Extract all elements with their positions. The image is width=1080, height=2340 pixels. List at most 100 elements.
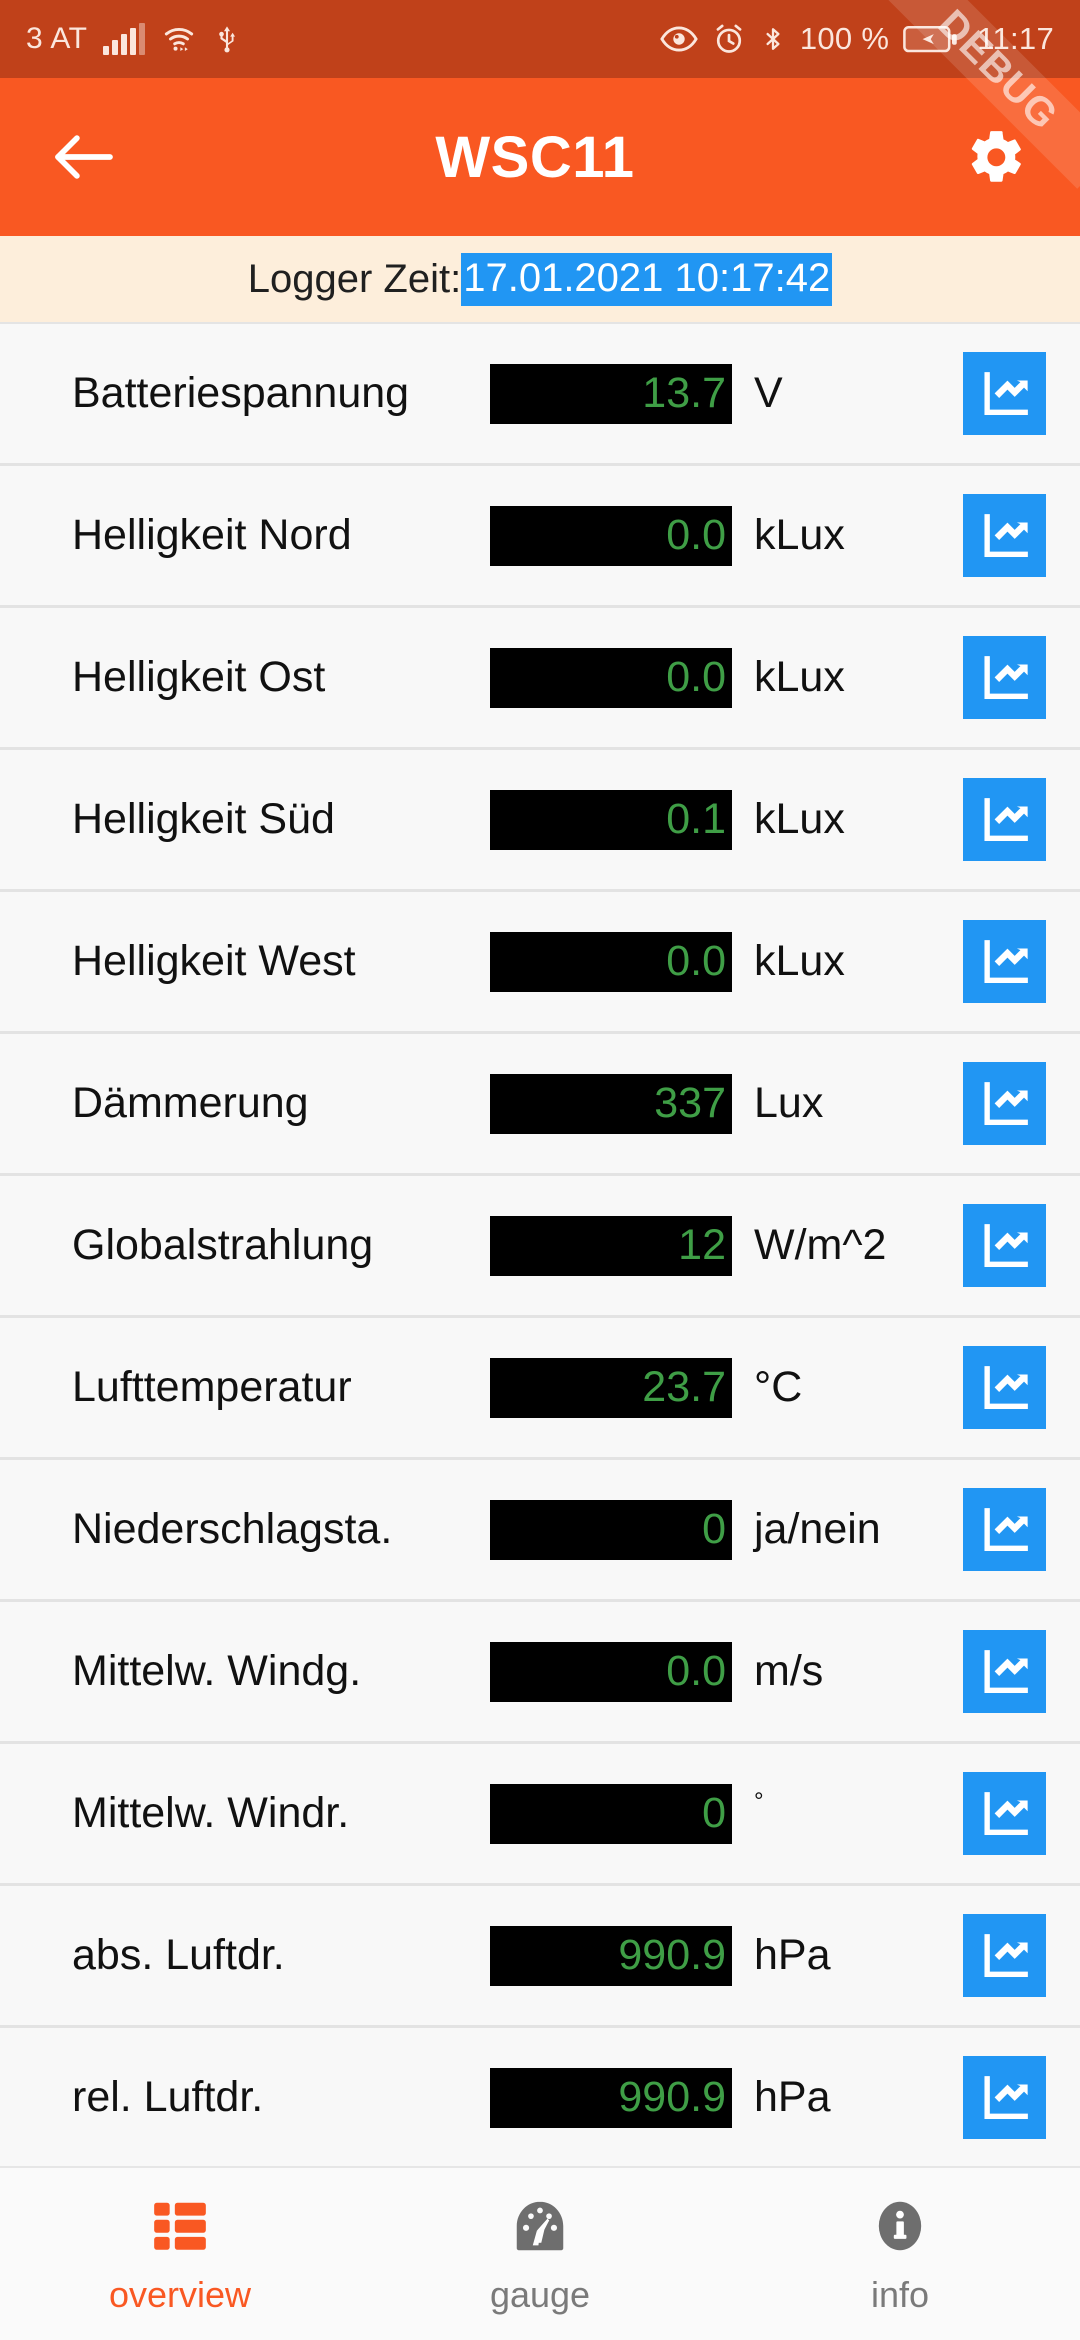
- wifi-icon: [161, 23, 197, 55]
- line-chart-icon[interactable]: [963, 1630, 1046, 1713]
- sensor-unit: hPa: [754, 2073, 831, 2121]
- carrier-label: 3 AT: [26, 22, 88, 55]
- logger-time-label: Logger Zeit:: [247, 256, 462, 301]
- sensor-row[interactable]: Helligkeit West 0.0 kLux: [0, 892, 1080, 1034]
- line-chart-icon[interactable]: [963, 1488, 1046, 1571]
- sensor-value: 0: [702, 1505, 726, 1553]
- nav-label-info: info: [870, 2274, 930, 2315]
- sensor-label: Helligkeit West: [72, 937, 356, 985]
- speedometer-icon: [509, 2192, 571, 2260]
- sensor-label: rel. Luftdr.: [72, 2073, 264, 2121]
- sensor-label: Helligkeit Nord: [72, 511, 352, 559]
- sensor-value-box: 0.0: [490, 647, 732, 708]
- sensor-unit: V: [754, 369, 783, 417]
- back-button[interactable]: [38, 111, 130, 203]
- nav-item-gauge[interactable]: gauge: [360, 2168, 720, 2340]
- line-chart-icon[interactable]: [963, 1062, 1046, 1145]
- sensor-list[interactable]: Batteriespannung 13.7 V Helligkeit Nord 0.0 k…: [0, 324, 1080, 2166]
- sensor-row[interactable]: Mittelw. Windr. 0 °: [0, 1744, 1080, 1886]
- status-bar-left: 3 AT: [26, 22, 241, 56]
- info-circle-icon: [869, 2192, 931, 2260]
- sensor-value: 0.0: [666, 511, 726, 559]
- sensor-row[interactable]: abs. Luftdr. 990.9 hPa: [0, 1886, 1080, 2028]
- sensor-label: abs. Luftdr.: [72, 1931, 285, 1979]
- clock-label: 11:17: [977, 21, 1054, 56]
- logger-time-bar: Logger Zeit: 17.01.2021 10:17:42: [0, 236, 1080, 324]
- sensor-value-box: 0.1: [490, 789, 732, 850]
- sensor-value: 990.9: [618, 2073, 726, 2121]
- sensor-value-box: 0.0: [490, 1641, 732, 1702]
- sensor-row[interactable]: Helligkeit Süd 0.1 kLux: [0, 750, 1080, 892]
- eye-icon: [660, 24, 698, 54]
- sensor-unit: Lux: [754, 1079, 824, 1127]
- battery-charging-icon: [903, 24, 959, 54]
- sensor-value: 23.7: [642, 1363, 726, 1411]
- sensor-row[interactable]: Globalstrahlung 12 W/m^2: [0, 1176, 1080, 1318]
- settings-button[interactable]: [950, 111, 1042, 203]
- sensor-unit: °: [754, 1787, 764, 1815]
- sensor-value: 13.7: [642, 369, 726, 417]
- sensor-unit: hPa: [754, 1931, 831, 1979]
- line-chart-icon[interactable]: [963, 1914, 1046, 1997]
- sensor-row[interactable]: Niederschlagsta. 0 ja/nein: [0, 1460, 1080, 1602]
- sensor-value-box: 12: [490, 1215, 732, 1276]
- bluetooth-icon: [760, 22, 786, 56]
- alarm-clock-icon: [712, 22, 746, 56]
- sensor-value: 990.9: [618, 1931, 726, 1979]
- sensor-value: 0.1: [666, 795, 726, 843]
- line-chart-icon[interactable]: [963, 494, 1046, 577]
- line-chart-icon[interactable]: [963, 1346, 1046, 1429]
- nav-item-overview[interactable]: overview: [0, 2168, 360, 2340]
- line-chart-icon[interactable]: [963, 778, 1046, 861]
- sensor-value: 0.0: [666, 1647, 726, 1695]
- status-bar-right: 100 % 11:17: [660, 21, 1054, 57]
- sensor-unit: W/m^2: [754, 1221, 887, 1269]
- logger-time-value[interactable]: 17.01.2021 10:17:42: [461, 252, 833, 306]
- line-chart-icon[interactable]: [963, 1204, 1046, 1287]
- sensor-unit: m/s: [754, 1647, 824, 1695]
- sensor-label: Helligkeit Süd: [72, 795, 335, 843]
- sensor-row[interactable]: Batteriespannung 13.7 V: [0, 324, 1080, 466]
- sensor-row[interactable]: Mittelw. Windg. 0.0 m/s: [0, 1602, 1080, 1744]
- app-screen: 3 AT 100 % 11:17 WSC11 DEBUG Logger Zeit…: [0, 0, 1080, 2340]
- nav-item-info[interactable]: info: [720, 2168, 1080, 2340]
- nav-label-gauge: gauge: [489, 2274, 591, 2315]
- line-chart-icon[interactable]: [963, 920, 1046, 1003]
- nav-label-overview: overview: [108, 2274, 252, 2315]
- sensor-row[interactable]: Helligkeit Ost 0.0 kLux: [0, 608, 1080, 750]
- line-chart-icon[interactable]: [963, 352, 1046, 435]
- sensor-value: 337: [654, 1079, 726, 1127]
- page-title: WSC11: [435, 124, 635, 190]
- sensor-unit: kLux: [754, 511, 845, 559]
- sensor-unit: ja/nein: [754, 1505, 881, 1553]
- sensor-label: Lufttemperatur: [72, 1363, 352, 1411]
- sensor-row[interactable]: Dämmerung 337 Lux: [0, 1034, 1080, 1176]
- sensor-row[interactable]: rel. Luftdr. 990.9 hPa: [0, 2028, 1080, 2166]
- sensor-value-box: 990.9: [490, 1925, 732, 1986]
- sensor-label: Niederschlagsta.: [72, 1505, 393, 1553]
- sensor-value: 12: [678, 1221, 726, 1269]
- signal-bars-icon: [103, 23, 146, 55]
- line-chart-icon[interactable]: [963, 1772, 1046, 1855]
- sensor-row[interactable]: Lufttemperatur 23.7 °C: [0, 1318, 1080, 1460]
- sensor-value-box: 0.0: [490, 931, 732, 992]
- line-chart-icon[interactable]: [963, 636, 1046, 719]
- sensor-value-box: 0: [490, 1783, 732, 1844]
- sensor-unit: kLux: [754, 795, 845, 843]
- sensor-unit: kLux: [754, 653, 845, 701]
- sensor-value-box: 337: [490, 1073, 732, 1134]
- sensor-value-box: 23.7: [490, 1357, 732, 1418]
- sensor-value-box: 0: [490, 1499, 732, 1560]
- battery-percent-label: 100 %: [799, 21, 890, 56]
- sensor-unit: kLux: [754, 937, 845, 985]
- sensor-row[interactable]: Helligkeit Nord 0.0 kLux: [0, 466, 1080, 608]
- sensor-value-box: 0.0: [490, 505, 732, 566]
- line-chart-icon[interactable]: [963, 2056, 1046, 2139]
- sensor-label: Dämmerung: [72, 1079, 309, 1127]
- sensor-label: Mittelw. Windr.: [72, 1789, 350, 1837]
- sensor-label: Mittelw. Windg.: [72, 1647, 362, 1695]
- sensor-value-box: 13.7: [490, 363, 732, 424]
- sensor-value: 0.0: [666, 937, 726, 985]
- sensor-value: 0.0: [666, 653, 726, 701]
- usb-icon: [213, 22, 241, 56]
